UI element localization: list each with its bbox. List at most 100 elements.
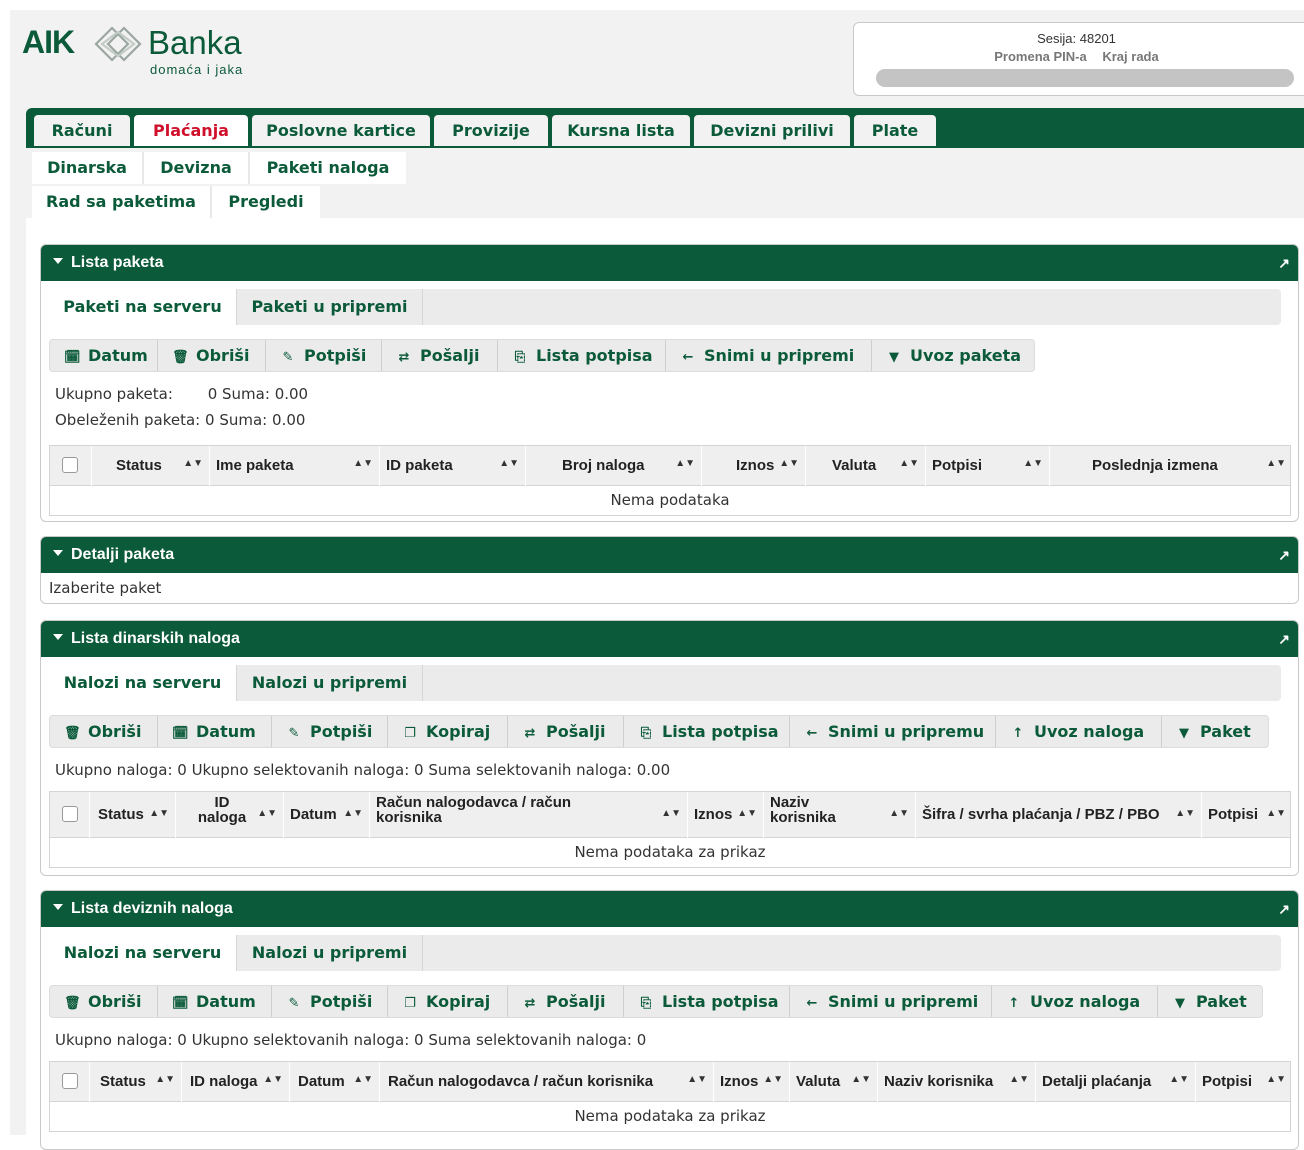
col-iznos[interactable]: Iznos ▲▼ [714,1062,790,1102]
btn-paket[interactable]: ▼ Paket [1162,716,1268,747]
tab-paketi-u-pripremi[interactable]: Paketi u pripremi [237,289,423,325]
col-id-naloga[interactable]: ID naloga ▲▼ [182,1062,290,1102]
col-potpisi[interactable]: Potpisi ▲▼ [1196,1062,1292,1102]
tab-plate[interactable]: Plate [854,115,936,146]
arrow-up-icon: ↑ [1008,996,1020,1011]
btn-datum[interactable]: 🗓 Datum [50,340,158,371]
btn-uvoz-naloga[interactable]: ↑ Uvoz naloga [992,986,1158,1017]
col-potpisi[interactable]: Potpisi ▲▼ [926,446,1050,486]
panel-lista-deviznih-naloga: Lista deviznih naloga ↗ Nalozi na server… [40,890,1299,1150]
subtab-rad-sa-paketima[interactable]: Rad sa paketima [32,186,212,218]
btn-lista-potpisa[interactable]: ⎘ Lista potpisa [498,340,666,371]
panel-header[interactable]: Lista deviznih naloga ↗ [41,891,1298,927]
btn-lista-potpisa[interactable]: ⎘ Lista potpisa [624,716,790,747]
col-status[interactable]: Status ▲▼ [92,446,210,486]
sort-icon: ▲▼ [851,1074,871,1085]
col-poslednja-izmena[interactable]: Poslednja izmena ▲▼ [1050,446,1292,486]
btn-potpisi[interactable]: ✎ Potpiši [266,340,382,371]
bank-logo[interactable]: AIK Banka domaća i jaka [22,20,282,80]
tab-devizni-prilivi[interactable]: Devizni prilivi [694,115,850,146]
col-iznos[interactable]: Iznos ▲▼ [688,792,764,838]
tab-kursna-lista[interactable]: Kursna lista [552,115,690,146]
calendar-icon: 🗓 [64,350,81,365]
btn-kopiraj[interactable]: ❐ Kopiraj [388,716,508,747]
col-iznos[interactable]: Iznos ▲▼ [702,446,806,486]
logout-link[interactable]: Kraj rada [1102,49,1158,64]
col-status[interactable]: Status ▲▼ [90,792,176,838]
btn-obrisi[interactable]: 🗑 Obriši [50,716,158,747]
tab-placanja[interactable]: Plaćanja [134,115,248,146]
copy-icon: ❐ [404,996,416,1011]
tab-poslovne-kartice[interactable]: Poslovne kartice [252,115,430,146]
col-valuta[interactable]: Valuta ▲▼ [806,446,926,486]
select-all-checkbox[interactable] [62,1073,78,1089]
col-potpisi[interactable]: Potpisi ▲▼ [1202,792,1292,838]
btn-potpisi[interactable]: ✎ Potpiši [272,986,388,1017]
col-racun[interactable]: Račun nalogodavca / račun korisnika ▲▼ [370,792,688,838]
change-pin-link[interactable]: Promena PIN-a [994,49,1086,64]
col-sifra-svrha[interactable]: Šifra / svrha plaćanja / PBZ / PBO ▲▼ [916,792,1202,838]
btn-snimi-u-pripremi[interactable]: ← Snimi u pripremi [666,340,872,371]
select-all-checkbox[interactable] [62,806,78,822]
btn-datum[interactable]: 🗓 Datum [158,986,272,1017]
subtab-dinarska[interactable]: Dinarska [32,152,144,184]
sort-icon: ▲▼ [1009,1074,1029,1085]
subtab-paketi-naloga[interactable]: Paketi naloga [250,152,406,184]
btn-paket[interactable]: ▼ Paket [1158,986,1262,1017]
expand-icon[interactable]: ↗ [1278,621,1290,657]
panel-header[interactable]: Lista dinarskih naloga ↗ [41,621,1298,657]
col-datum[interactable]: Datum ▲▼ [284,792,370,838]
tab-nalozi-u-pripremi[interactable]: Nalozi u pripremi [237,935,423,971]
panel-lista-dinarskih-naloga: Lista dinarskih naloga ↗ Nalozi na serve… [40,620,1299,876]
logo-text-banka: Banka [148,24,242,61]
sort-icon: ▲▼ [1266,1074,1286,1085]
subtab-pregledi[interactable]: Pregledi [212,186,320,218]
btn-snimi-u-pripremu[interactable]: ← Snimi u pripremu [790,716,996,747]
tabstrip-paketi: Paketi na serveru Paketi u pripremi [49,289,1281,325]
col-detalji-placanja[interactable]: Detalji plaćanja ▲▼ [1036,1062,1196,1102]
collapse-icon[interactable] [53,549,63,556]
expand-icon[interactable]: ↗ [1278,891,1290,927]
btn-obrisi[interactable]: 🗑 Obriši [158,340,266,371]
col-valuta[interactable]: Valuta ▲▼ [790,1062,878,1102]
tab-paketi-na-serveru[interactable]: Paketi na serveru [49,289,237,325]
btn-posalji[interactable]: ⇄ Pošalji [382,340,498,371]
session-timer-bar [876,69,1294,87]
btn-posalji[interactable]: ⇄ Pošalji [508,716,624,747]
btn-kopiraj[interactable]: ❐ Kopiraj [388,986,508,1017]
col-naziv-korisnika[interactable]: Naziv korisnika ▲▼ [878,1062,1036,1102]
col-status[interactable]: Status ▲▼ [90,1062,182,1102]
btn-lista-potpisa[interactable]: ⎘ Lista potpisa [624,986,790,1017]
sort-icon: ▲▼ [763,1074,783,1085]
btn-datum[interactable]: 🗓 Datum [158,716,272,747]
collapse-icon[interactable] [53,633,63,640]
expand-icon[interactable]: ↗ [1278,245,1290,281]
collapse-icon[interactable] [53,257,63,264]
tab-racuni[interactable]: Računi [34,115,130,146]
col-id-naloga[interactable]: ID naloga ▲▼ [176,792,284,838]
btn-snimi-u-pripremi[interactable]: ← Snimi u pripremi [790,986,992,1017]
tab-nalozi-u-pripremi[interactable]: Nalozi u pripremi [237,665,423,701]
col-broj-naloga[interactable]: Broj naloga ▲▼ [526,446,702,486]
col-naziv-korisnika[interactable]: Naziv korisnika ▲▼ [764,792,916,838]
btn-obrisi[interactable]: 🗑 Obriši [50,986,158,1017]
panel-header[interactable]: Detalji paketa ↗ [41,537,1298,573]
panel-header[interactable]: Lista paketa ↗ [41,245,1298,281]
subtab-devizna[interactable]: Devizna [144,152,250,184]
col-racun[interactable]: Račun nalogodavca / račun korisnika ▲▼ [380,1062,714,1102]
btn-potpisi[interactable]: ✎ Potpiši [272,716,388,747]
btn-uvoz-paketa[interactable]: ▼ Uvoz paketa [872,340,1034,371]
expand-icon[interactable]: ↗ [1278,537,1290,573]
tab-provizije[interactable]: Provizije [434,115,548,146]
calendar-icon: 🗓 [172,726,189,741]
col-id-paketa[interactable]: ID paketa ▲▼ [380,446,526,486]
btn-uvoz-naloga[interactable]: ↑ Uvoz naloga [996,716,1162,747]
sort-icon: ▲▼ [1023,458,1043,469]
tab-nalozi-na-serveru[interactable]: Nalozi na serveru [49,665,237,701]
col-datum[interactable]: Datum ▲▼ [290,1062,380,1102]
select-all-checkbox[interactable] [62,457,78,473]
tab-nalozi-na-serveru[interactable]: Nalozi na serveru [49,935,237,971]
collapse-icon[interactable] [53,903,63,910]
btn-posalji[interactable]: ⇄ Pošalji [508,986,624,1017]
col-ime-paketa[interactable]: Ime paketa ▲▼ [210,446,380,486]
